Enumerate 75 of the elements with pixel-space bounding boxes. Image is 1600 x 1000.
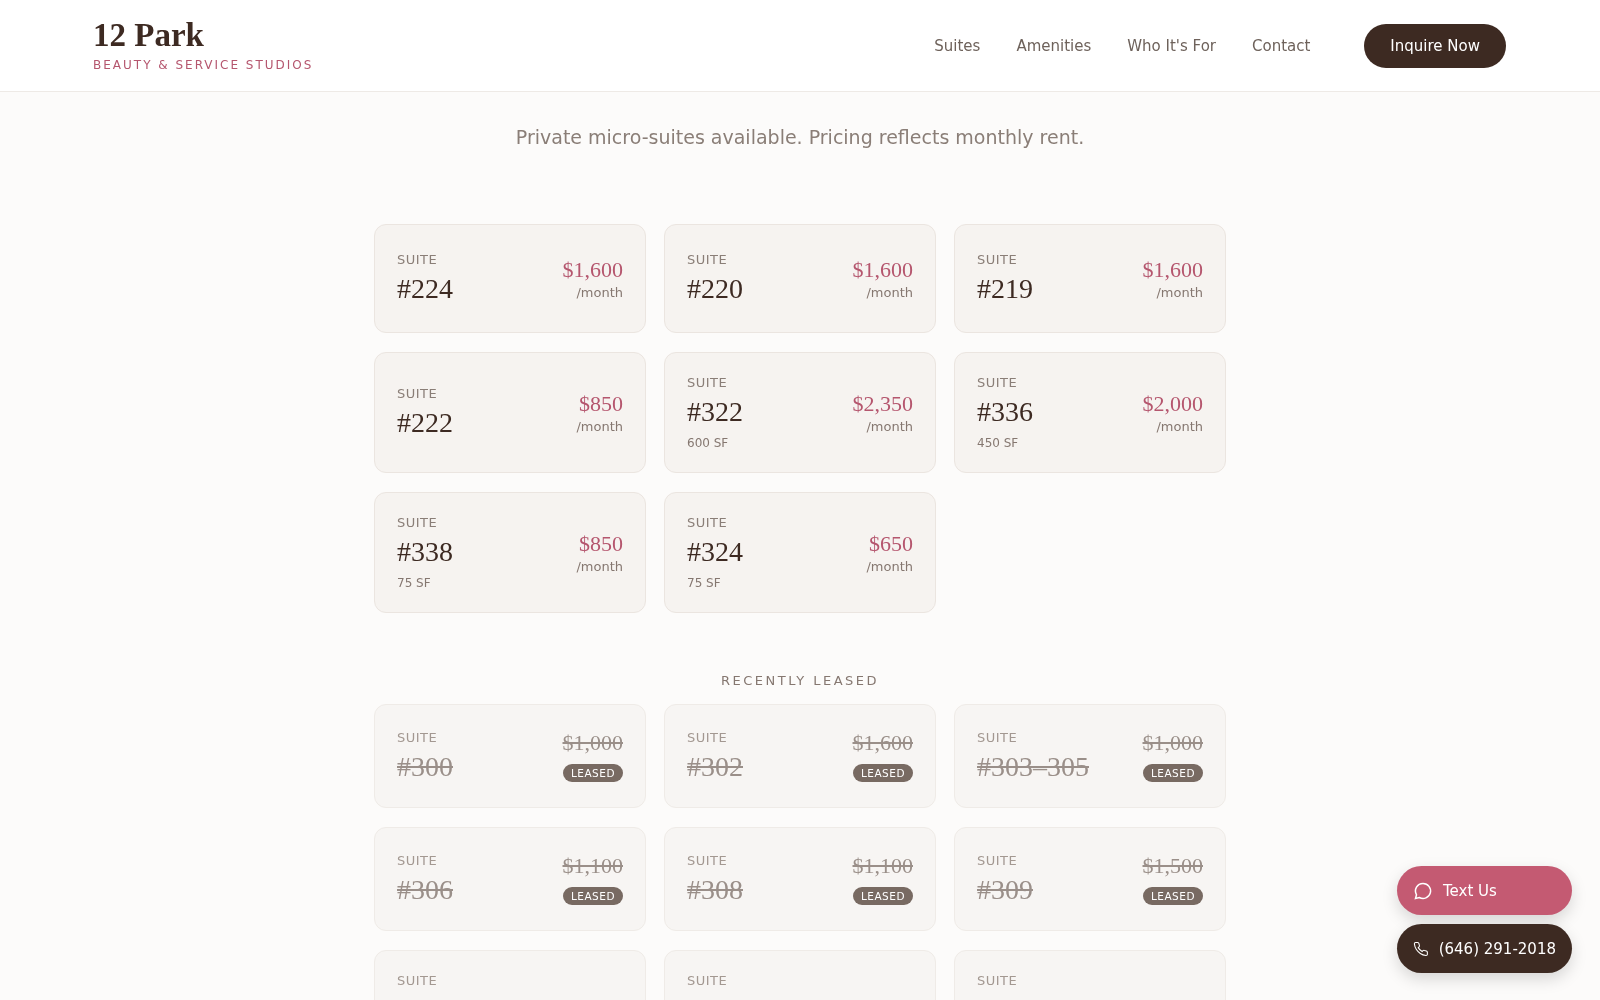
suite-label: SUITE xyxy=(687,852,729,868)
suite-label: SUITE xyxy=(397,252,439,267)
suite-price: $650 xyxy=(869,531,913,557)
suite-label: SUITE xyxy=(977,252,1019,267)
suite-number: #322 xyxy=(687,396,743,428)
phone-button[interactable]: (646) 291-2018 xyxy=(1397,924,1572,973)
price-period: /month xyxy=(1156,419,1203,434)
suite-number: #302 xyxy=(687,750,743,783)
suite-label: SUITE xyxy=(687,973,728,988)
suite-price: $1,600 xyxy=(1142,257,1203,283)
suite-label: SUITE xyxy=(397,973,438,988)
suite-price: $1,100 xyxy=(562,853,623,879)
suite-price: $1,000 xyxy=(1142,730,1203,756)
suite-number: #219 xyxy=(977,273,1033,305)
suite-number: #303–305 xyxy=(977,750,1089,783)
nav-link[interactable]: Who It's For xyxy=(1127,36,1216,55)
suite-price: $2,000 xyxy=(1142,391,1203,417)
leased-badge: LEASED xyxy=(1142,764,1203,782)
suite-label: SUITE xyxy=(397,386,439,401)
suite-number: #336 xyxy=(977,396,1033,428)
inquire-button[interactable]: Inquire Now xyxy=(1364,23,1506,68)
leased-badge: LEASED xyxy=(562,887,623,905)
suite-price: $1,100 xyxy=(852,853,913,879)
suite-size: 75 SF xyxy=(397,576,432,590)
nav-link[interactable]: Amenities xyxy=(1016,36,1092,55)
price-period: /month xyxy=(576,559,623,574)
suite-price: $1,500 xyxy=(1142,853,1203,879)
suite-label: SUITE xyxy=(977,852,1019,868)
price-period: /month xyxy=(866,285,913,300)
price-period: /month xyxy=(576,419,623,434)
suite-size: 600 SF xyxy=(687,436,730,450)
page-subtitle: Private micro-suites available. Pricing reflects monthly rent. xyxy=(515,126,1085,148)
suite-size: 75 SF xyxy=(687,576,722,590)
suite-number: #309 xyxy=(977,873,1033,906)
leased-badge: LEASED xyxy=(562,764,623,782)
suite-number: #222 xyxy=(397,407,453,439)
price-period: /month xyxy=(866,559,913,574)
suite-number: #308 xyxy=(687,873,743,906)
leased-badge: LEASED xyxy=(852,764,913,782)
suite-number: #300 xyxy=(397,750,453,783)
suite-label: SUITE xyxy=(977,375,1019,390)
suite-price: $1,600 xyxy=(852,257,913,283)
price-period: /month xyxy=(866,419,913,434)
site-logo[interactable]: 12 Park xyxy=(93,19,314,52)
nav-link[interactable]: Suites xyxy=(934,36,981,55)
suite-label: SUITE xyxy=(687,515,729,530)
suite-price: $2,350 xyxy=(852,391,913,417)
nav-link[interactable]: Contact xyxy=(1252,36,1311,55)
suite-number: #220 xyxy=(687,273,743,305)
suite-label: SUITE xyxy=(687,729,729,745)
leased-badge: LEASED xyxy=(1142,887,1203,905)
suite-number: #306 xyxy=(397,873,453,906)
chat-bubble-icon xyxy=(1413,880,1433,901)
suite-number: #338 xyxy=(397,536,453,568)
suite-label: SUITE xyxy=(977,729,1019,745)
suite-price: $1,000 xyxy=(562,730,623,756)
suite-label: SUITE xyxy=(687,375,729,390)
price-period: /month xyxy=(1156,285,1203,300)
suite-number: #324 xyxy=(687,536,743,568)
site-tagline: BEAUTY & SERVICE STUDIOS xyxy=(93,58,314,72)
suite-label: SUITE xyxy=(397,515,439,530)
suite-price: $1,600 xyxy=(852,730,913,756)
suite-price: $850 xyxy=(579,531,623,557)
suite-label: SUITE xyxy=(397,852,439,868)
section-heading: RECENTLY LEASED xyxy=(720,673,880,688)
suite-label: SUITE xyxy=(397,729,439,745)
leased-badge: LEASED xyxy=(852,887,913,905)
suite-label: SUITE xyxy=(687,252,729,267)
suite-size: 450 SF xyxy=(977,436,1020,450)
suite-price: $1,600 xyxy=(562,257,623,283)
suite-number: #224 xyxy=(397,273,453,305)
suite-label: SUITE xyxy=(977,973,1018,988)
suite-price: $850 xyxy=(579,391,623,417)
price-period: /month xyxy=(576,285,623,300)
text-us-button[interactable]: Text Us xyxy=(1397,866,1572,915)
